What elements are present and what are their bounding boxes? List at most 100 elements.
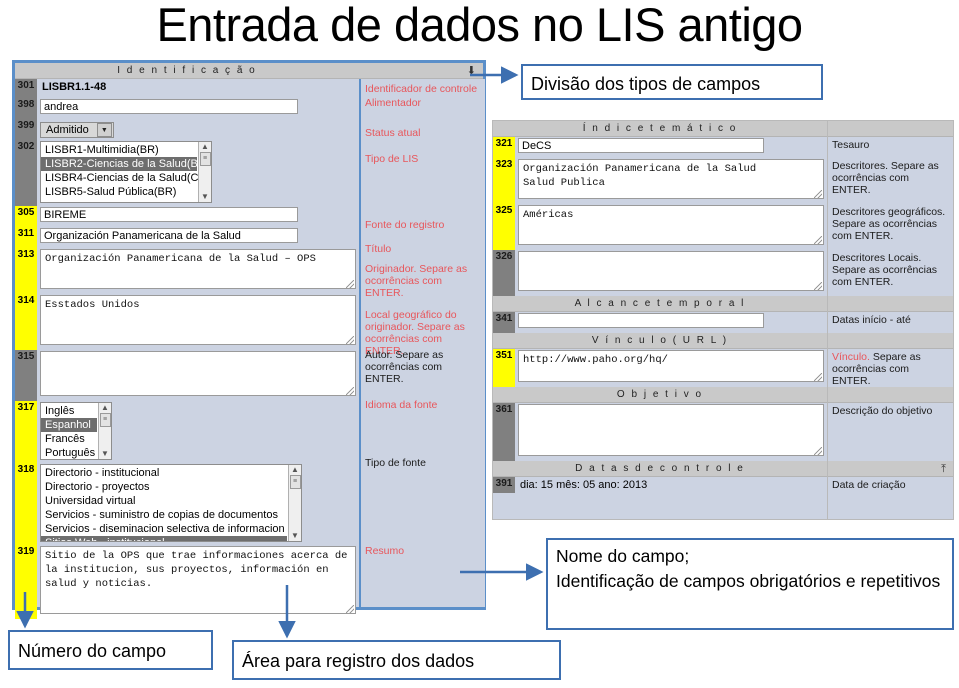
- field-325-body: Américas: [515, 204, 827, 250]
- listbox-option[interactable]: LISBR2-Ciencias de la Salud(BR): [41, 157, 209, 171]
- section-header: V í n c u l o ( U R L ): [493, 333, 827, 349]
- field-315-textarea[interactable]: [40, 351, 356, 396]
- field-number-318: 318: [15, 463, 37, 545]
- resize-grip[interactable]: [814, 236, 822, 244]
- field-399-select-value: Admitido: [46, 124, 89, 136]
- field-number-323: 323: [493, 158, 515, 204]
- field-341-input[interactable]: [518, 313, 764, 328]
- listbox-scrollbar[interactable]: ▲ ≡ ▼: [98, 403, 111, 459]
- field-number-label: 323: [495, 159, 513, 170]
- field-number-label: 311: [17, 228, 35, 239]
- field-label-351: Vínculo. Separe as ocorrências com ENTER…: [828, 349, 953, 387]
- field-319-textarea[interactable]: Sitio de la OPS que trae informaciones a…: [40, 546, 356, 614]
- scroll-up-icon[interactable]: ▲: [101, 403, 109, 413]
- textarea-line: la institucion, sus proyectos, informaci…: [45, 564, 329, 576]
- callout-field-number: Número do campo: [8, 630, 213, 670]
- field-317-listbox[interactable]: Inglês Espanhol Francês Português ▲ ≡ ▼: [40, 402, 112, 460]
- field-number-label: 341: [495, 313, 513, 324]
- identificacao-labels-column: Identificador de controle Alimentador Stat…: [359, 79, 485, 607]
- field-number-label: 398: [17, 99, 35, 110]
- listbox-scrollbar[interactable]: ▲ ≡ ▼: [288, 465, 301, 541]
- resize-grip[interactable]: [346, 280, 354, 288]
- scrollbar-thumb[interactable]: ≡: [289, 475, 301, 489]
- field-label-325: Descritores geográficos. Separe as ocorr…: [832, 206, 946, 242]
- field-label-323: Descritores. Separe as ocorrências com E…: [832, 160, 939, 196]
- section-header-labels-bar: [828, 296, 953, 312]
- listbox-option[interactable]: Servicios - suministro de copias de docu…: [41, 508, 287, 522]
- resize-grip[interactable]: [814, 373, 822, 381]
- identificacao-form-window: I d e n t i f i c a ç ã o ⬇ 301 LISBR1.1-…: [12, 60, 486, 619]
- scroll-up-icon[interactable]: ▲: [291, 465, 299, 475]
- form-field-row: 398 andrea: [15, 98, 359, 119]
- form-field-row: 361: [493, 403, 827, 461]
- field-number-361: 361: [493, 403, 515, 461]
- field-325-textarea[interactable]: Américas: [518, 205, 824, 245]
- scrollbar-thumb[interactable]: ≡: [99, 413, 111, 427]
- field-number-301: 301: [15, 79, 37, 98]
- field-398-input[interactable]: andrea: [40, 99, 298, 114]
- textarea-line: Salud Publica: [523, 177, 605, 189]
- field-label-398: Alimentador: [365, 97, 422, 109]
- section-header-labels-bar: [828, 121, 953, 137]
- field-305-input[interactable]: BIREME: [40, 207, 298, 222]
- field-313-textarea[interactable]: Organización Panamericana de la Salud – …: [40, 249, 356, 289]
- field-321-input[interactable]: DeCS: [518, 138, 764, 153]
- field-number-317: 317: [15, 401, 37, 463]
- callout-data-area: Área para registro dos dados: [232, 640, 561, 680]
- field-number-325: 325: [493, 204, 515, 250]
- field-number-398: 398: [15, 98, 37, 119]
- listbox-option[interactable]: Português: [41, 446, 97, 459]
- field-351-textarea[interactable]: http://www.paho.org/hq/: [518, 350, 824, 382]
- field-305-body: BIREME: [37, 206, 359, 227]
- resize-grip[interactable]: [346, 605, 354, 613]
- field-399-select[interactable]: Admitido ▼: [40, 122, 114, 138]
- listbox-option[interactable]: Directorio - proyectos: [41, 480, 287, 494]
- listbox-option[interactable]: Directorio - institucional: [41, 466, 287, 480]
- field-318-listbox[interactable]: Directorio - institucional Directorio - p…: [40, 464, 302, 542]
- scroll-down-icon[interactable]: ▼: [291, 531, 299, 541]
- secondary-fields-column: Í n d i c e t e m á t i c o 321 DeCS 323 Org…: [493, 121, 827, 519]
- scroll-up-icon[interactable]: ▲: [201, 142, 209, 152]
- field-302-listbox[interactable]: LISBR1-Multimidia(BR) LISBR2-Ciencias de …: [40, 141, 212, 203]
- listbox-option[interactable]: Espanhol: [41, 418, 97, 432]
- resize-grip[interactable]: [814, 190, 822, 198]
- form-field-row: 323 Organización Panamericana de la Salud…: [493, 158, 827, 204]
- section-header-label: I d e n t i f i c a ç ã o: [117, 65, 257, 76]
- textarea-line: http://www.paho.org/hq/: [523, 354, 668, 366]
- field-number-label: 305: [17, 207, 35, 218]
- field-number-311: 311: [15, 227, 37, 248]
- resize-grip[interactable]: [814, 282, 822, 290]
- callout-field-name-text: Nome do campo; Identificação de campos ob…: [556, 546, 941, 591]
- field-326-textarea[interactable]: [518, 251, 824, 291]
- listbox-option[interactable]: LISBR4-Ciencias de la Salud(CL): [41, 171, 208, 185]
- listbox-option[interactable]: Inglês: [41, 404, 97, 418]
- listbox-option[interactable]: Universidad virtual: [41, 494, 287, 508]
- field-314-body: Esstados Unidos: [37, 294, 359, 350]
- listbox-scrollbar[interactable]: ▲ ≡ ▼: [198, 142, 211, 202]
- section-header: Í n d i c e t e m á t i c o: [493, 121, 827, 137]
- field-321-body: DeCS: [515, 137, 827, 158]
- section-header: D a t a s d e c o n t r o l e: [493, 461, 827, 477]
- resize-grip[interactable]: [814, 447, 822, 455]
- listbox-option[interactable]: Sitios Web - institucional: [41, 536, 287, 541]
- field-314-textarea[interactable]: Esstados Unidos: [40, 295, 356, 345]
- resize-grip[interactable]: [346, 336, 354, 344]
- secondary-labels-column: Tesauro Descritores. Separe as ocorrência…: [827, 121, 953, 519]
- listbox-option[interactable]: Servicios - diseminacion selectiva de in…: [41, 522, 287, 536]
- download-icon[interactable]: ⬇: [467, 63, 478, 79]
- scroll-down-icon[interactable]: ▼: [101, 449, 109, 459]
- upload-icon[interactable]: ⤒: [941, 461, 948, 477]
- listbox-option[interactable]: Francês: [41, 432, 97, 446]
- field-number-label: 318: [17, 464, 35, 475]
- field-number-label: 361: [495, 404, 513, 415]
- resize-grip[interactable]: [346, 387, 354, 395]
- form-field-row: 391 dia: 15 mês: 05 ano: 2013: [493, 477, 827, 493]
- scrollbar-thumb[interactable]: ≡: [199, 152, 211, 166]
- field-311-input[interactable]: Organización Panamericana de la Salud: [40, 228, 298, 243]
- field-361-textarea[interactable]: [518, 404, 824, 456]
- field-323-textarea[interactable]: Organización Panamericana de la Salud Sal…: [518, 159, 824, 199]
- chevron-down-icon[interactable]: ▼: [96, 123, 112, 137]
- listbox-option[interactable]: LISBR5-Salud Pública(BR): [41, 185, 197, 199]
- listbox-option[interactable]: LISBR1-Multimidia(BR): [41, 143, 197, 157]
- scroll-down-icon[interactable]: ▼: [201, 192, 209, 202]
